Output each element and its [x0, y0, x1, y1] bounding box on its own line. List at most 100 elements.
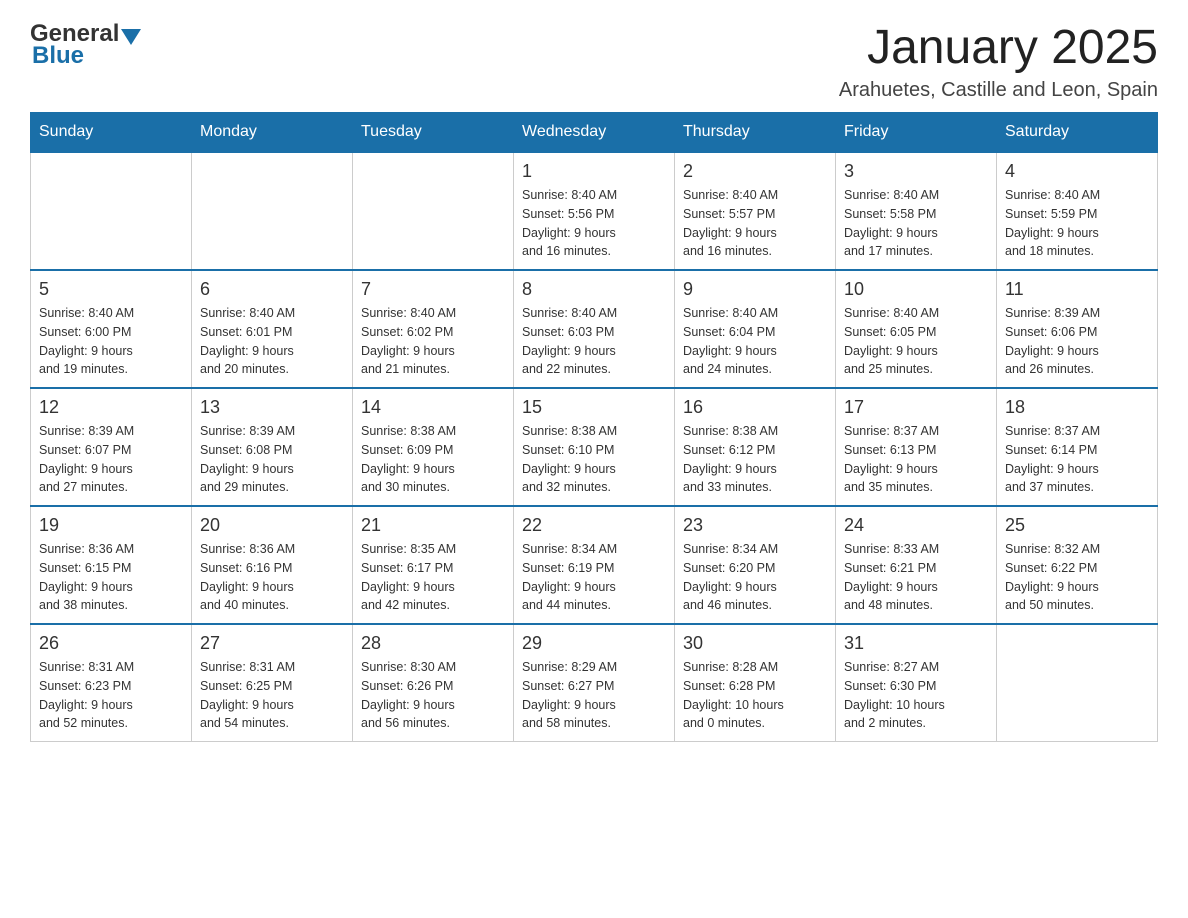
day-number: 17 [844, 397, 988, 418]
day-number: 16 [683, 397, 827, 418]
day-number: 9 [683, 279, 827, 300]
day-info: Sunrise: 8:40 AM Sunset: 5:56 PM Dayligh… [522, 186, 666, 261]
day-info: Sunrise: 8:40 AM Sunset: 6:02 PM Dayligh… [361, 304, 505, 379]
day-number: 28 [361, 633, 505, 654]
calendar-cell: 21 Sunrise: 8:35 AM Sunset: 6:17 PM Dayli… [353, 506, 514, 624]
calendar-cell: 13 Sunrise: 8:39 AM Sunset: 6:08 PM Dayli… [192, 388, 353, 506]
weekday-header-sunday: Sunday [31, 113, 192, 153]
day-number: 13 [200, 397, 344, 418]
day-info: Sunrise: 8:35 AM Sunset: 6:17 PM Dayligh… [361, 540, 505, 615]
day-number: 2 [683, 161, 827, 182]
day-number: 29 [522, 633, 666, 654]
calendar-cell: 11 Sunrise: 8:39 AM Sunset: 6:06 PM Dayli… [997, 270, 1158, 388]
day-number: 23 [683, 515, 827, 536]
calendar-cell: 24 Sunrise: 8:33 AM Sunset: 6:21 PM Dayli… [836, 506, 997, 624]
calendar-cell: 10 Sunrise: 8:40 AM Sunset: 6:05 PM Dayli… [836, 270, 997, 388]
calendar-cell [192, 152, 353, 270]
calendar-cell: 8 Sunrise: 8:40 AM Sunset: 6:03 PM Daylig… [514, 270, 675, 388]
calendar-title: January 2025 [839, 20, 1158, 75]
calendar-cell: 22 Sunrise: 8:34 AM Sunset: 6:19 PM Dayli… [514, 506, 675, 624]
day-info: Sunrise: 8:40 AM Sunset: 5:58 PM Dayligh… [844, 186, 988, 261]
day-number: 1 [522, 161, 666, 182]
day-info: Sunrise: 8:31 AM Sunset: 6:25 PM Dayligh… [200, 658, 344, 733]
calendar-cell: 2 Sunrise: 8:40 AM Sunset: 5:57 PM Daylig… [675, 152, 836, 270]
day-info: Sunrise: 8:39 AM Sunset: 6:08 PM Dayligh… [200, 422, 344, 497]
calendar-cell: 28 Sunrise: 8:30 AM Sunset: 6:26 PM Dayli… [353, 624, 514, 742]
weekday-header-row: SundayMondayTuesdayWednesdayThursdayFrid… [31, 113, 1158, 153]
weekday-header-wednesday: Wednesday [514, 113, 675, 153]
weekday-header-tuesday: Tuesday [353, 113, 514, 153]
logo-blue-text: Blue [32, 42, 141, 70]
day-number: 22 [522, 515, 666, 536]
calendar-week-5: 26 Sunrise: 8:31 AM Sunset: 6:23 PM Dayli… [31, 624, 1158, 742]
calendar-cell: 20Sunrise: 8:36 AM Sunset: 6:16 PM Dayli… [192, 506, 353, 624]
day-info: Sunrise: 8:38 AM Sunset: 6:12 PM Dayligh… [683, 422, 827, 497]
calendar-cell [997, 624, 1158, 742]
calendar-cell: 19Sunrise: 8:36 AM Sunset: 6:15 PM Dayli… [31, 506, 192, 624]
day-info: Sunrise: 8:38 AM Sunset: 6:09 PM Dayligh… [361, 422, 505, 497]
day-number: 25 [1005, 515, 1149, 536]
calendar-cell: 30 Sunrise: 8:28 AM Sunset: 6:28 PM Dayli… [675, 624, 836, 742]
day-info: Sunrise: 8:36 AM Sunset: 6:16 PM Dayligh… [200, 540, 344, 615]
weekday-header-friday: Friday [836, 113, 997, 153]
calendar-subtitle: Arahuetes, Castille and Leon, Spain [839, 79, 1158, 102]
day-number: 31 [844, 633, 988, 654]
weekday-header-thursday: Thursday [675, 113, 836, 153]
calendar-cell: 9 Sunrise: 8:40 AM Sunset: 6:04 PM Daylig… [675, 270, 836, 388]
calendar-cell: 23Sunrise: 8:34 AM Sunset: 6:20 PM Dayli… [675, 506, 836, 624]
calendar-cell: 29 Sunrise: 8:29 AM Sunset: 6:27 PM Dayli… [514, 624, 675, 742]
day-number: 10 [844, 279, 988, 300]
calendar-cell: 17 Sunrise: 8:37 AM Sunset: 6:13 PM Dayli… [836, 388, 997, 506]
title-section: January 2025 Arahuetes, Castille and Leo… [839, 20, 1158, 102]
day-number: 24 [844, 515, 988, 536]
day-number: 8 [522, 279, 666, 300]
day-info: Sunrise: 8:40 AM Sunset: 5:59 PM Dayligh… [1005, 186, 1149, 261]
day-info: Sunrise: 8:40 AM Sunset: 6:05 PM Dayligh… [844, 304, 988, 379]
day-number: 6 [200, 279, 344, 300]
calendar-cell: 7 Sunrise: 8:40 AM Sunset: 6:02 PM Daylig… [353, 270, 514, 388]
day-info: Sunrise: 8:40 AM Sunset: 6:03 PM Dayligh… [522, 304, 666, 379]
calendar-week-1: 1 Sunrise: 8:40 AM Sunset: 5:56 PM Daylig… [31, 152, 1158, 270]
day-info: Sunrise: 8:34 AM Sunset: 6:19 PM Dayligh… [522, 540, 666, 615]
calendar-cell: 4Sunrise: 8:40 AM Sunset: 5:59 PM Daylig… [997, 152, 1158, 270]
calendar-cell: 18 Sunrise: 8:37 AM Sunset: 6:14 PM Dayli… [997, 388, 1158, 506]
calendar-week-3: 12Sunrise: 8:39 AM Sunset: 6:07 PM Dayli… [31, 388, 1158, 506]
calendar-header: SundayMondayTuesdayWednesdayThursdayFrid… [31, 113, 1158, 153]
day-info: Sunrise: 8:28 AM Sunset: 6:28 PM Dayligh… [683, 658, 827, 733]
calendar-cell: 6 Sunrise: 8:40 AM Sunset: 6:01 PM Daylig… [192, 270, 353, 388]
calendar-cell: 16 Sunrise: 8:38 AM Sunset: 6:12 PM Dayli… [675, 388, 836, 506]
calendar-body: 1 Sunrise: 8:40 AM Sunset: 5:56 PM Daylig… [31, 152, 1158, 742]
day-number: 30 [683, 633, 827, 654]
weekday-header-monday: Monday [192, 113, 353, 153]
calendar-cell: 1 Sunrise: 8:40 AM Sunset: 5:56 PM Daylig… [514, 152, 675, 270]
day-info: Sunrise: 8:30 AM Sunset: 6:26 PM Dayligh… [361, 658, 505, 733]
day-info: Sunrise: 8:40 AM Sunset: 6:04 PM Dayligh… [683, 304, 827, 379]
calendar-cell: 31Sunrise: 8:27 AM Sunset: 6:30 PM Dayli… [836, 624, 997, 742]
calendar-cell: 3Sunrise: 8:40 AM Sunset: 5:58 PM Daylig… [836, 152, 997, 270]
weekday-header-saturday: Saturday [997, 113, 1158, 153]
day-info: Sunrise: 8:37 AM Sunset: 6:14 PM Dayligh… [1005, 422, 1149, 497]
day-number: 18 [1005, 397, 1149, 418]
calendar-cell: 14Sunrise: 8:38 AM Sunset: 6:09 PM Dayli… [353, 388, 514, 506]
day-info: Sunrise: 8:31 AM Sunset: 6:23 PM Dayligh… [39, 658, 183, 733]
day-info: Sunrise: 8:40 AM Sunset: 6:00 PM Dayligh… [39, 304, 183, 379]
day-info: Sunrise: 8:29 AM Sunset: 6:27 PM Dayligh… [522, 658, 666, 733]
logo: General Blue [30, 20, 141, 70]
day-info: Sunrise: 8:37 AM Sunset: 6:13 PM Dayligh… [844, 422, 988, 497]
page-header: General Blue January 2025 Arahuetes, Cas… [30, 20, 1158, 102]
day-info: Sunrise: 8:39 AM Sunset: 6:06 PM Dayligh… [1005, 304, 1149, 379]
calendar-cell: 12Sunrise: 8:39 AM Sunset: 6:07 PM Dayli… [31, 388, 192, 506]
day-number: 7 [361, 279, 505, 300]
day-number: 21 [361, 515, 505, 536]
day-number: 19 [39, 515, 183, 536]
day-info: Sunrise: 8:40 AM Sunset: 6:01 PM Dayligh… [200, 304, 344, 379]
day-number: 11 [1005, 279, 1149, 300]
calendar-table: SundayMondayTuesdayWednesdayThursdayFrid… [30, 112, 1158, 742]
calendar-cell [353, 152, 514, 270]
day-info: Sunrise: 8:33 AM Sunset: 6:21 PM Dayligh… [844, 540, 988, 615]
calendar-cell: 27Sunrise: 8:31 AM Sunset: 6:25 PM Dayli… [192, 624, 353, 742]
day-info: Sunrise: 8:40 AM Sunset: 5:57 PM Dayligh… [683, 186, 827, 261]
day-number: 26 [39, 633, 183, 654]
day-number: 12 [39, 397, 183, 418]
calendar-cell: 25Sunrise: 8:32 AM Sunset: 6:22 PM Dayli… [997, 506, 1158, 624]
